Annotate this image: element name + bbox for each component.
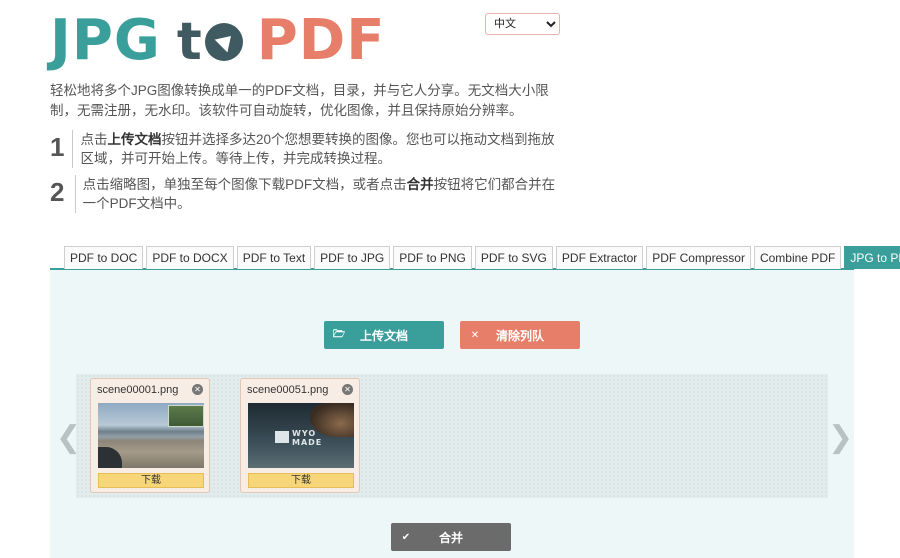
tab-pdf-compressor[interactable]: PDF Compressor	[646, 246, 751, 269]
tab-combine-pdf[interactable]: Combine PDF	[753, 246, 842, 269]
file-name: scene00001.png	[97, 384, 179, 396]
tab-pdf-to-svg[interactable]: PDF to SVG	[474, 246, 553, 269]
upload-button[interactable]: 🗁 上传文档	[324, 321, 444, 349]
combine-button-label: 合并	[438, 530, 463, 545]
logo-jpg: JPG	[50, 8, 161, 73]
remove-file-icon[interactable]: ✕	[192, 384, 203, 395]
clear-queue-button-label: 清除列队	[495, 328, 544, 343]
file-name: scene00051.png	[247, 384, 329, 396]
wyoming-icon	[275, 431, 289, 443]
step-text: 点击上传文档按钮并选择多达20个您想要转换的图像。您也可以拖动文档到拖放区域，并…	[72, 130, 565, 168]
file-thumbnail[interactable]: WYO MADE	[248, 403, 354, 468]
logo-to: t	[177, 12, 243, 72]
file-queue[interactable]: scene00001.png ✕ 下载 scene00051.png ✕ WYO…	[76, 374, 828, 498]
remove-file-icon[interactable]: ✕	[342, 384, 353, 395]
sign-line-1: WYO	[292, 429, 317, 438]
next-arrow-icon[interactable]: ❯	[828, 420, 853, 455]
tab-pdf-to-doc[interactable]: PDF to DOC	[64, 246, 144, 269]
step-number: 2	[50, 177, 65, 207]
step-text-pre: 点击缩略图，单独至每个图像下载PDF文档，或者点击	[82, 177, 407, 192]
tool-tabs: PDF to DOC PDF to DOCX PDF to Text PDF t…	[50, 246, 900, 270]
logo-to-letter: t	[176, 12, 203, 72]
step-text-pre: 点击	[80, 132, 108, 147]
download-button[interactable]: 下载	[98, 473, 204, 488]
thumbnail-mirror	[98, 447, 122, 468]
logo: JPG t PDF	[50, 8, 385, 73]
step-text-bold: 上传文档	[107, 132, 162, 147]
tab-pdf-to-jpg[interactable]: PDF to JPG	[314, 246, 391, 269]
converter-panel: 🗁 上传文档 ✕ 清除列队 ❮ ❯ scene00001.png ✕ 下载 sc…	[50, 270, 854, 558]
intro-text: 轻松地将多个JPG图像转换成单一的PDF文档，目录，并与它人分享。无文档大小限制…	[50, 83, 549, 118]
combine-button[interactable]: ✔ 合并	[391, 523, 511, 551]
step-text-bold: 合并	[406, 177, 434, 192]
tab-jpg-to-pdf[interactable]: JPG to PDF	[844, 246, 900, 269]
logo-pdf: PDF	[256, 8, 386, 73]
logo-arrow-icon	[204, 23, 243, 61]
clear-queue-button[interactable]: ✕ 清除列队	[460, 321, 580, 349]
close-icon: ✕	[470, 329, 480, 341]
step-text: 点击缩略图，单独至每个图像下载PDF文档，或者点击合并按钮将它们都合并在一个PD…	[74, 175, 565, 213]
step-2: 2 点击缩略图，单独至每个图像下载PDF文档，或者点击合并按钮将它们都合并在一个…	[50, 175, 565, 213]
folder-icon: 🗁	[332, 328, 346, 340]
step-number: 1	[50, 132, 65, 162]
file-card[interactable]: scene00001.png ✕ 下载	[90, 378, 210, 493]
file-thumbnail[interactable]	[98, 403, 204, 468]
file-card[interactable]: scene00051.png ✕ WYO MADE 下载	[240, 378, 360, 493]
upload-button-label: 上传文档	[359, 328, 408, 343]
tab-pdf-to-png[interactable]: PDF to PNG	[393, 246, 472, 269]
check-icon: ✔	[401, 531, 411, 543]
thumbnail-inset	[168, 405, 204, 427]
tab-pdf-extractor[interactable]: PDF Extractor	[555, 246, 644, 269]
step-1: 1 点击上传文档按钮并选择多达20个您想要转换的图像。您也可以拖动文档到拖放区域…	[50, 130, 565, 168]
thumbnail-sign: WYO MADE	[292, 429, 347, 449]
language-select[interactable]: 中文	[485, 13, 560, 35]
download-button[interactable]: 下载	[248, 473, 354, 488]
sign-line-2: MADE	[292, 438, 323, 447]
tab-pdf-to-docx[interactable]: PDF to DOCX	[146, 246, 234, 269]
tab-pdf-to-text[interactable]: PDF to Text	[236, 246, 312, 269]
